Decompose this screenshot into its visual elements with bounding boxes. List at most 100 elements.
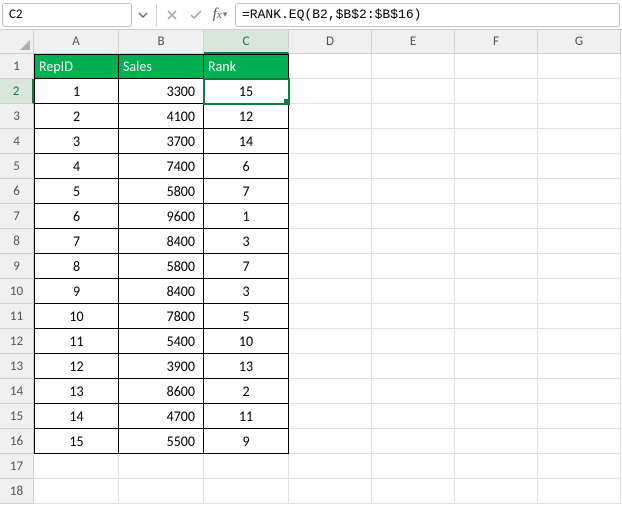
cell-D16[interactable] (289, 429, 372, 454)
cell-E7[interactable] (372, 204, 455, 229)
row-header-16[interactable]: 16 (0, 429, 34, 454)
cell-E11[interactable] (372, 304, 455, 329)
cell-C4[interactable]: 14 (204, 129, 289, 154)
cell-F13[interactable] (455, 354, 538, 379)
cell-E10[interactable] (372, 279, 455, 304)
cell-C8[interactable]: 3 (204, 229, 289, 254)
cell-G17[interactable] (538, 454, 621, 479)
cell-D1[interactable] (289, 54, 372, 79)
cell-D7[interactable] (289, 204, 372, 229)
cell-F1[interactable] (455, 54, 538, 79)
cell-G6[interactable] (538, 179, 621, 204)
cell-B5[interactable]: 7400 (119, 154, 204, 179)
row-header-12[interactable]: 12 (0, 329, 34, 354)
cell-D6[interactable] (289, 179, 372, 204)
cell-D17[interactable] (289, 454, 372, 479)
row-header-5[interactable]: 5 (0, 154, 34, 179)
cell-B2[interactable]: 3300 (119, 79, 204, 104)
cell-D5[interactable] (289, 154, 372, 179)
cancel-button[interactable] (161, 4, 183, 26)
cell-G2[interactable] (538, 79, 621, 104)
cell-C1[interactable]: Rank (204, 54, 289, 79)
cell-D11[interactable] (289, 304, 372, 329)
cell-D10[interactable] (289, 279, 372, 304)
cell-E2[interactable] (372, 79, 455, 104)
cell-B9[interactable]: 5800 (119, 254, 204, 279)
cell-A6[interactable]: 5 (34, 179, 119, 204)
cell-D2[interactable] (289, 79, 372, 104)
cell-A18[interactable] (34, 479, 119, 504)
cell-A7[interactable]: 6 (34, 204, 119, 229)
cell-C18[interactable] (204, 479, 289, 504)
cell-G5[interactable] (538, 154, 621, 179)
cell-A16[interactable]: 15 (34, 429, 119, 454)
cell-C13[interactable]: 13 (204, 354, 289, 379)
cell-A2[interactable]: 1 (34, 79, 119, 104)
column-header-D[interactable]: D (289, 30, 372, 54)
cell-E4[interactable] (372, 129, 455, 154)
insert-function-button[interactable]: fx▾ (209, 4, 231, 26)
cell-F6[interactable] (455, 179, 538, 204)
cell-F4[interactable] (455, 129, 538, 154)
cell-G8[interactable] (538, 229, 621, 254)
cell-F12[interactable] (455, 329, 538, 354)
column-header-A[interactable]: A (34, 30, 119, 54)
cell-D4[interactable] (289, 129, 372, 154)
cell-C5[interactable]: 6 (204, 154, 289, 179)
cell-D9[interactable] (289, 254, 372, 279)
row-header-17[interactable]: 17 (0, 454, 34, 479)
cell-A12[interactable]: 11 (34, 329, 119, 354)
cell-F11[interactable] (455, 304, 538, 329)
column-header-F[interactable]: F (455, 30, 538, 54)
cell-G12[interactable] (538, 329, 621, 354)
cell-F3[interactable] (455, 104, 538, 129)
cell-B7[interactable]: 9600 (119, 204, 204, 229)
cell-B18[interactable] (119, 479, 204, 504)
cell-E17[interactable] (372, 454, 455, 479)
cell-E8[interactable] (372, 229, 455, 254)
row-header-2[interactable]: 2 (0, 79, 34, 104)
cell-E6[interactable] (372, 179, 455, 204)
cell-D13[interactable] (289, 354, 372, 379)
cell-G4[interactable] (538, 129, 621, 154)
cell-G3[interactable] (538, 104, 621, 129)
cell-B17[interactable] (119, 454, 204, 479)
cell-A3[interactable]: 2 (34, 104, 119, 129)
row-header-8[interactable]: 8 (0, 229, 34, 254)
name-box[interactable]: C2 (2, 3, 132, 27)
cell-F15[interactable] (455, 404, 538, 429)
cell-F17[interactable] (455, 454, 538, 479)
cell-D12[interactable] (289, 329, 372, 354)
cell-B8[interactable]: 8400 (119, 229, 204, 254)
cell-C11[interactable]: 5 (204, 304, 289, 329)
cell-C17[interactable] (204, 454, 289, 479)
cell-F7[interactable] (455, 204, 538, 229)
cell-E5[interactable] (372, 154, 455, 179)
cell-F14[interactable] (455, 379, 538, 404)
cell-F9[interactable] (455, 254, 538, 279)
cell-A15[interactable]: 14 (34, 404, 119, 429)
row-header-7[interactable]: 7 (0, 204, 34, 229)
cell-E12[interactable] (372, 329, 455, 354)
cell-B6[interactable]: 5800 (119, 179, 204, 204)
cell-A10[interactable]: 9 (34, 279, 119, 304)
accept-button[interactable] (185, 4, 207, 26)
cell-C10[interactable]: 3 (204, 279, 289, 304)
column-header-E[interactable]: E (372, 30, 455, 54)
cell-G1[interactable] (538, 54, 621, 79)
cell-A8[interactable]: 7 (34, 229, 119, 254)
cell-B4[interactable]: 3700 (119, 129, 204, 154)
row-header-11[interactable]: 11 (0, 304, 34, 329)
cell-G15[interactable] (538, 404, 621, 429)
cell-F2[interactable] (455, 79, 538, 104)
cell-B15[interactable]: 4700 (119, 404, 204, 429)
cell-B12[interactable]: 5400 (119, 329, 204, 354)
formula-input[interactable]: =RANK.EQ(B2,$B$2:$B$16) (235, 3, 620, 27)
cell-A9[interactable]: 8 (34, 254, 119, 279)
column-header-C[interactable]: C (204, 30, 289, 54)
cell-E16[interactable] (372, 429, 455, 454)
cell-E13[interactable] (372, 354, 455, 379)
cell-B14[interactable]: 8600 (119, 379, 204, 404)
cell-C16[interactable]: 9 (204, 429, 289, 454)
cell-C7[interactable]: 1 (204, 204, 289, 229)
